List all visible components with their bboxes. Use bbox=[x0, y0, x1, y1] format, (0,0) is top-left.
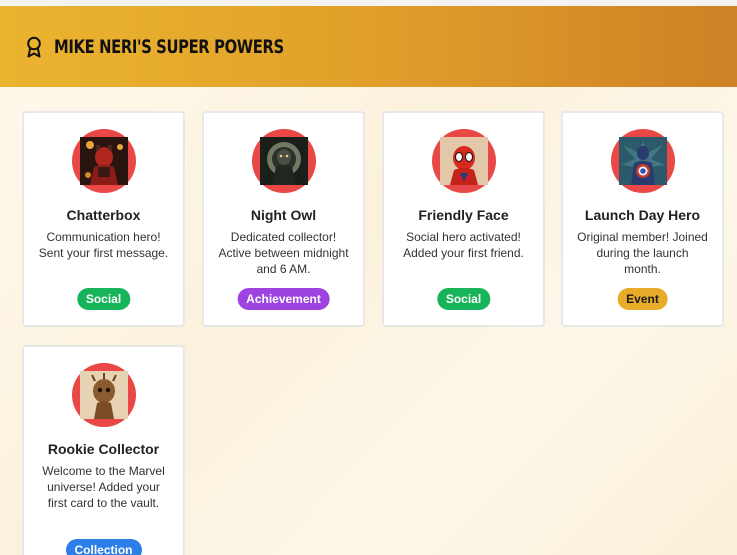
category-badge: Event bbox=[617, 288, 668, 310]
badge-card-launch-day-hero[interactable]: Launch Day Hero Original member! Joined … bbox=[561, 111, 724, 327]
category-badge: Social bbox=[76, 288, 131, 310]
category-badge: Achievement bbox=[237, 288, 330, 310]
badge-description: Original member! Joined during the launc… bbox=[577, 230, 708, 276]
spider-man-portrait-image bbox=[440, 137, 488, 185]
badge-avatar bbox=[252, 129, 316, 193]
badge-card-chatterbox[interactable]: Chatterbox Communication hero! Sent your… bbox=[22, 111, 185, 327]
badge-avatar bbox=[72, 363, 136, 427]
hellboy-portrait-image bbox=[80, 137, 128, 185]
badge-description: Social hero activated! Added your first … bbox=[403, 230, 524, 260]
badge-name: Rookie Collector bbox=[47, 441, 160, 457]
badge-name: Friendly Face bbox=[418, 207, 509, 223]
badge-name: Chatterbox bbox=[66, 207, 141, 223]
award-ribbon-icon bbox=[24, 36, 44, 58]
badge-avatar bbox=[72, 129, 136, 193]
badge-card-friendly-face[interactable]: Friendly Face Social hero activated! Add… bbox=[382, 111, 545, 327]
badge-card-night-owl[interactable]: Night Owl Dedicated collector! Active be… bbox=[202, 111, 365, 327]
groot-portrait-image bbox=[80, 371, 128, 419]
page-title: Mike Neri's Super Powers bbox=[54, 35, 284, 58]
badge-description: Welcome to the Marvel universe! Added yo… bbox=[42, 464, 165, 510]
badge-avatar bbox=[611, 129, 675, 193]
badge-name: Launch Day Hero bbox=[584, 207, 701, 223]
category-badge: Collection bbox=[65, 539, 142, 555]
night-creature-portrait-image bbox=[260, 137, 308, 185]
badge-description: Dedicated collector! Active between midn… bbox=[218, 230, 349, 276]
badge-card-rookie-collector[interactable]: Rookie Collector Welcome to the Marvel u… bbox=[22, 345, 185, 555]
badge-name: Night Owl bbox=[250, 207, 317, 223]
page-header: Mike Neri's Super Powers bbox=[0, 6, 737, 87]
badge-description: Communication hero! Sent your first mess… bbox=[38, 230, 169, 260]
captain-america-portrait-image bbox=[619, 137, 667, 185]
badge-avatar bbox=[432, 129, 496, 193]
category-badge: Social bbox=[436, 288, 491, 310]
